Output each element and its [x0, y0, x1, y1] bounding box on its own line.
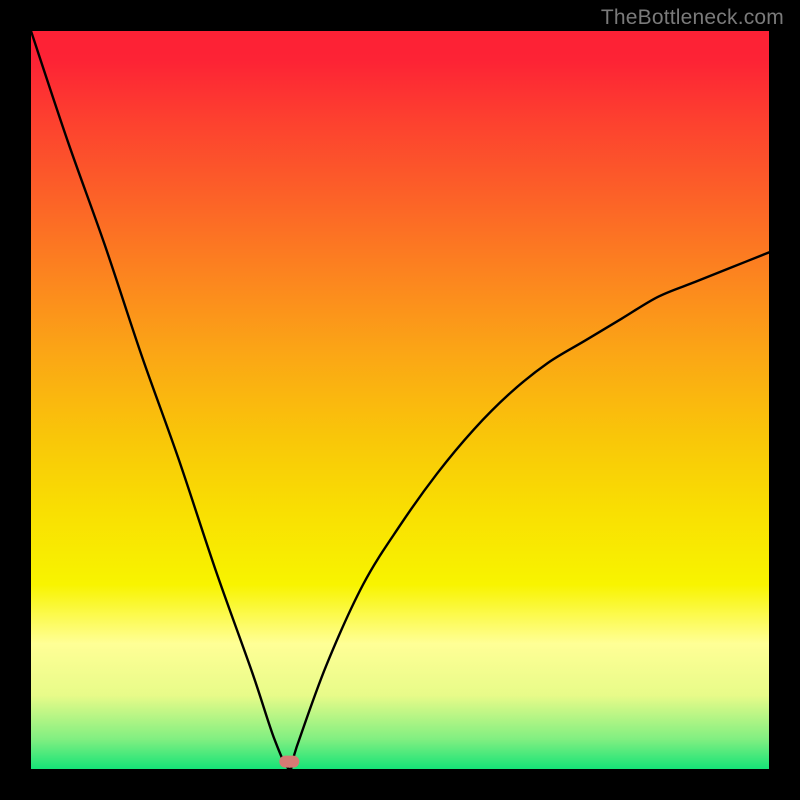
chart-svg: [31, 31, 769, 769]
chart-frame: TheBottleneck.com: [0, 0, 800, 800]
bottleneck-curve: [31, 31, 769, 769]
watermark-label: TheBottleneck.com: [601, 6, 784, 30]
minimum-marker: [279, 756, 299, 768]
plot-area: [31, 31, 769, 769]
